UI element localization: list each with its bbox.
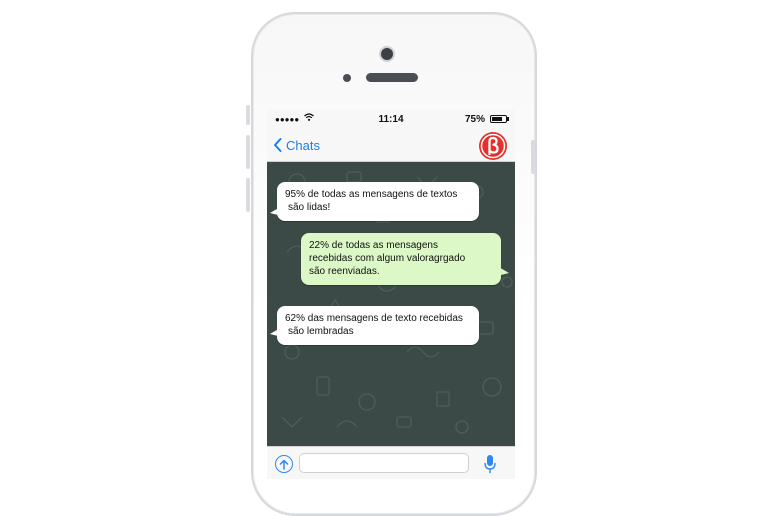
avatar-logo [480, 133, 506, 159]
silent-switch [246, 105, 250, 125]
message-bubble-incoming: 62% das mensagens de texto recebidas são… [277, 306, 479, 345]
message-line: são lidas! [288, 202, 331, 213]
chat-area: 95% de todas as mensagens de textos são … [267, 162, 515, 446]
message-input-bar [267, 446, 515, 479]
back-to-chats-button[interactable]: Chats [273, 135, 320, 155]
status-bar: ●●●●● 11:14 75% [267, 109, 515, 129]
message-bubble-outgoing: 22% de todas as mensagens recebidas com … [301, 233, 501, 285]
message-line: 22% de todas as mensagens [309, 240, 438, 251]
proximity-sensor [343, 74, 351, 82]
microphone-icon [484, 455, 496, 473]
contact-avatar[interactable] [479, 132, 507, 160]
message-line: recebidas com algum valoragrgado [309, 253, 466, 264]
battery-icon [490, 115, 507, 123]
attach-button[interactable] [275, 455, 293, 473]
battery-percentage: 75% [465, 114, 486, 125]
earpiece-speaker [366, 73, 418, 82]
power-button [531, 140, 535, 174]
battery-level-fill [492, 117, 502, 121]
message-bubble-incoming: 95% de todas as mensagens de textos são … [277, 182, 479, 221]
attach-icon [279, 459, 289, 470]
message-line: são lembradas [288, 326, 354, 337]
phone-screen: ●●●●● 11:14 75% Chats 95% de todas as me… [267, 109, 515, 479]
message-input[interactable] [299, 453, 469, 473]
battery-tip [507, 117, 509, 121]
message-line: 95% de todas as mensagens de textos [285, 189, 458, 200]
volume-down-button [246, 178, 250, 212]
volume-up-button [246, 135, 250, 169]
chevron-left-icon [274, 138, 282, 152]
message-line: são reenviadas. [309, 266, 380, 277]
microphone-button[interactable] [484, 454, 496, 479]
chat-header: Chats [267, 129, 515, 162]
front-camera [381, 48, 393, 60]
back-label: Chats [286, 137, 320, 153]
message-line: 62% das mensagens de texto recebidas [285, 313, 463, 324]
